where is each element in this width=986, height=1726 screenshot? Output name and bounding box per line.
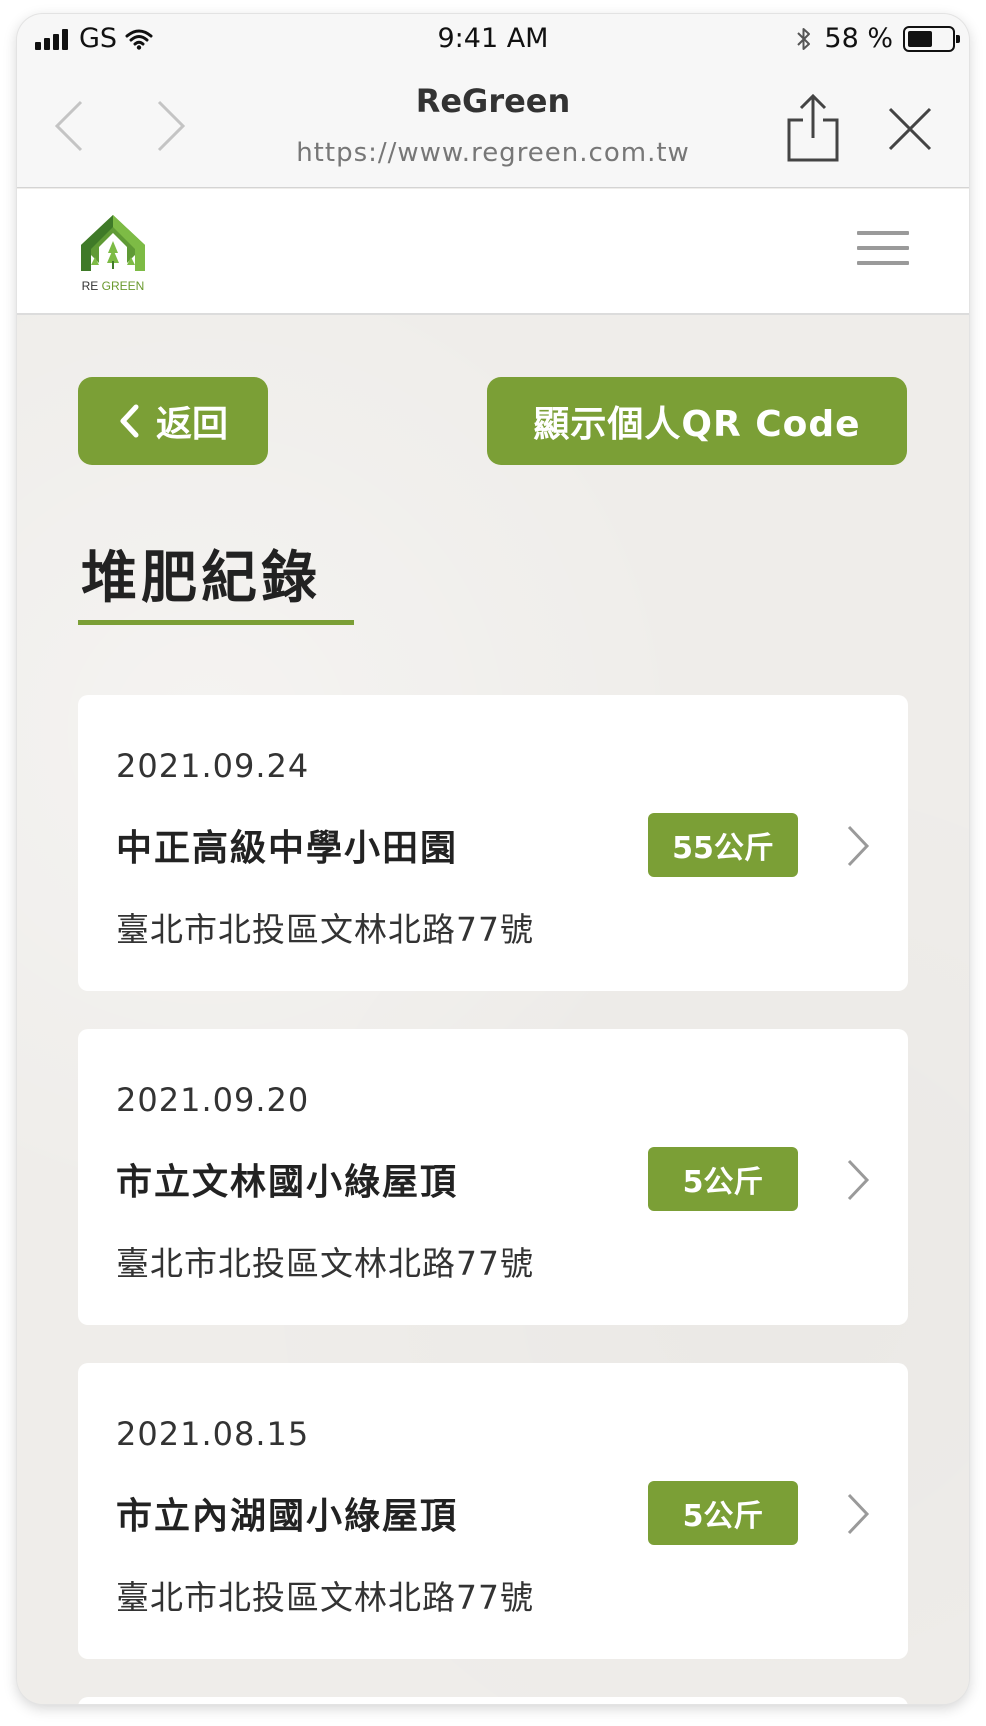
record-location-name: 中正高級中學小田園 bbox=[116, 828, 459, 869]
battery-fill bbox=[908, 30, 932, 47]
browser-toolbar: ReGreen https://www.regreen.com.tw bbox=[17, 60, 969, 188]
logo-house-icon bbox=[81, 215, 145, 271]
record-location-name: 市立內湖國小綠屋頂 bbox=[116, 1496, 459, 1537]
record-weight-badge: 55公斤 bbox=[648, 813, 798, 877]
battery-percent: 58 % bbox=[824, 23, 893, 54]
record-card[interactable]: 2021.08.15 市立內湖國小綠屋頂 5公斤 臺北市北投區文林北路77號 bbox=[78, 1363, 908, 1659]
share-icon[interactable] bbox=[783, 92, 843, 164]
show-qr-code-button[interactable]: 顯示個人QR Code bbox=[487, 377, 907, 465]
status-right: 58 % bbox=[796, 23, 960, 54]
close-icon[interactable] bbox=[885, 104, 935, 154]
regreen-logo[interactable]: RE GREEN bbox=[77, 211, 149, 293]
logo-text: RE GREEN bbox=[77, 279, 149, 293]
record-weight-badge: 5公斤 bbox=[648, 1481, 798, 1545]
record-address: 臺北市北投區文林北路77號 bbox=[116, 1244, 534, 1283]
back-button[interactable]: 返回 bbox=[78, 377, 268, 465]
chevron-right-icon bbox=[847, 825, 870, 867]
record-weight-badge: 5公斤 bbox=[648, 1147, 798, 1211]
record-card-partial[interactable] bbox=[78, 1697, 908, 1704]
site-header: RE GREEN bbox=[17, 189, 969, 315]
phone-frame: GS 9:41 AM 58 % ReGreen https://www.regr… bbox=[17, 14, 969, 1704]
record-location-name: 市立文林國小綠屋頂 bbox=[116, 1162, 459, 1203]
logo-text-re: RE bbox=[81, 279, 99, 293]
main-content: 返回 顯示個人QR Code 堆肥紀錄 2021.09.24 中正高級中學小田園… bbox=[17, 315, 969, 1704]
show-qr-code-label: 顯示個人QR Code bbox=[533, 404, 861, 445]
hamburger-menu-icon[interactable] bbox=[857, 231, 909, 271]
record-date: 2021.09.24 bbox=[116, 747, 310, 785]
battery-icon bbox=[903, 25, 960, 52]
chevron-left-icon bbox=[120, 404, 139, 438]
record-address: 臺北市北投區文林北路77號 bbox=[116, 1578, 534, 1617]
record-address: 臺北市北投區文林北路77號 bbox=[116, 910, 534, 949]
status-bar: GS 9:41 AM 58 % bbox=[17, 14, 969, 60]
back-button-label: 返回 bbox=[155, 404, 228, 445]
logo-text-green: GREEN bbox=[101, 279, 145, 293]
record-date: 2021.09.20 bbox=[116, 1081, 310, 1119]
chevron-right-icon bbox=[847, 1493, 870, 1535]
page-title: 堆肥紀錄 bbox=[81, 546, 321, 611]
record-date: 2021.08.15 bbox=[116, 1415, 310, 1453]
bluetooth-icon bbox=[797, 27, 811, 50]
title-underline bbox=[78, 620, 354, 625]
chevron-right-icon bbox=[847, 1159, 870, 1201]
record-card[interactable]: 2021.09.20 市立文林國小綠屋頂 5公斤 臺北市北投區文林北路77號 bbox=[78, 1029, 908, 1325]
record-card[interactable]: 2021.09.24 中正高級中學小田園 55公斤 臺北市北投區文林北路77號 bbox=[78, 695, 908, 991]
